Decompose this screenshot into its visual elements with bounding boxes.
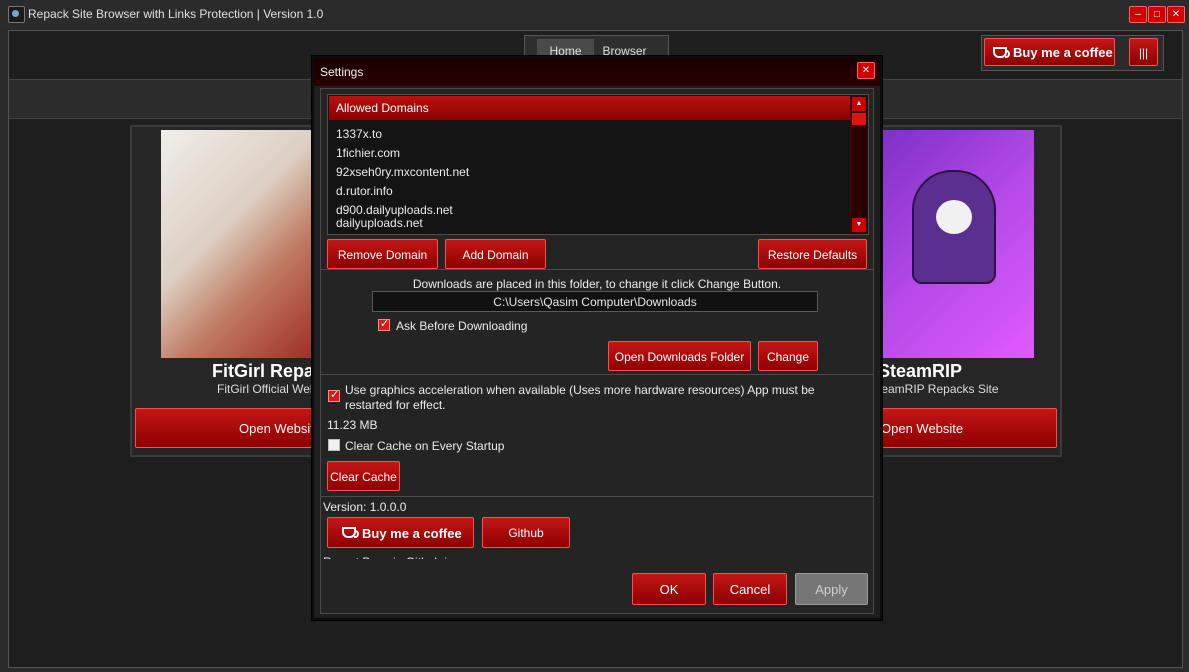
- scroll-up-icon[interactable]: ▲: [852, 97, 866, 111]
- domains-section: Allowed Domains 1337x.to 1fichier.com 92…: [321, 89, 873, 270]
- buy-coffee-top-button[interactable]: Buy me a coffee: [984, 38, 1115, 66]
- open-downloads-folder-button[interactable]: Open Downloads Folder: [608, 341, 751, 371]
- open-website-label: Open Website: [239, 421, 322, 436]
- graphics-accel-label: Use graphics acceleration when available…: [345, 383, 815, 412]
- coffee-icon: [993, 47, 1010, 58]
- app-icon: [8, 6, 25, 23]
- list-item[interactable]: 1337x.to: [336, 127, 382, 141]
- scroll-thumb[interactable]: [852, 113, 866, 125]
- card-subtitle: SteamRIP Repacks Site: [880, 382, 999, 396]
- allowed-domains-list[interactable]: Allowed Domains 1337x.to 1fichier.com 92…: [327, 94, 869, 235]
- skull-icon: [936, 200, 972, 234]
- dialog-title: Settings: [320, 65, 364, 79]
- coffee-icon: [342, 527, 359, 538]
- ok-button[interactable]: OK: [632, 573, 706, 605]
- title-bar: Repack Site Browser with Links Protectio…: [0, 0, 1189, 28]
- graphics-accel-checkbox[interactable]: [328, 388, 340, 402]
- list-item[interactable]: 92xseh0ry.mxcontent.net: [336, 165, 469, 179]
- cancel-button[interactable]: Cancel: [713, 573, 787, 605]
- allowed-domains-header[interactable]: Allowed Domains: [329, 96, 850, 120]
- scroll-down-icon[interactable]: ▼: [852, 218, 866, 232]
- dialog-close-button[interactable]: ✕: [857, 62, 875, 79]
- list-item[interactable]: 1fichier.com: [336, 146, 400, 160]
- dialog-title-bar: Settings ✕: [314, 58, 880, 86]
- domains-scrollbar[interactable]: ▲ ▼: [850, 96, 867, 233]
- buy-coffee-top-label: Buy me a coffee: [1013, 45, 1113, 60]
- maximize-button[interactable]: □: [1148, 6, 1166, 23]
- list-item[interactable]: d.rutor.info: [336, 184, 393, 198]
- minimize-button[interactable]: –: [1129, 6, 1147, 23]
- steamrip-image: [882, 130, 1034, 358]
- change-folder-button[interactable]: Change: [758, 341, 818, 371]
- close-button[interactable]: ✕: [1167, 6, 1185, 23]
- buy-coffee-dialog-label: Buy me a coffee: [362, 526, 462, 541]
- open-website-label: Open Website: [881, 421, 964, 436]
- downloads-hint: Downloads are placed in this folder, to …: [412, 277, 782, 291]
- dialog-footer: OK Cancel Apply: [321, 559, 873, 613]
- add-domain-button[interactable]: Add Domain: [445, 239, 546, 269]
- reaper-illustration: [912, 170, 996, 284]
- open-website-steamrip-button[interactable]: Open Website: [881, 408, 1057, 448]
- cache-size: 11.23 MB: [327, 418, 378, 432]
- ask-before-download-checkbox[interactable]: [378, 317, 390, 331]
- list-item[interactable]: dailyuploads.net: [336, 216, 423, 230]
- downloads-path-field[interactable]: C:\Users\Qasim Computer\Downloads: [372, 291, 818, 312]
- list-item[interactable]: d900.dailyuploads.net: [336, 203, 453, 217]
- ask-before-download-label: Ask Before Downloading: [396, 319, 528, 333]
- top-actions: Buy me a coffee |||: [981, 35, 1164, 71]
- github-button[interactable]: Github: [482, 517, 570, 548]
- dialog-body: Allowed Domains 1337x.to 1fichier.com 92…: [320, 88, 874, 614]
- restore-defaults-button[interactable]: Restore Defaults: [758, 239, 867, 269]
- card-steamrip: SteamRIP SteamRIP Repacks Site Open Webs…: [880, 125, 1062, 457]
- clear-cache-button[interactable]: Clear Cache: [327, 461, 400, 491]
- settings-dialog: Settings ✕ Allowed Domains 1337x.to 1fic…: [312, 56, 882, 620]
- clear-cache-startup-checkbox[interactable]: [328, 439, 340, 451]
- apply-button: Apply: [795, 573, 868, 605]
- menu-button[interactable]: |||: [1129, 38, 1158, 66]
- clear-cache-startup-label: Clear Cache on Every Startup: [345, 439, 505, 453]
- card-title: SteamRIP: [880, 361, 963, 381]
- app-title: Repack Site Browser with Links Protectio…: [28, 7, 324, 21]
- remove-domain-button[interactable]: Remove Domain: [327, 239, 438, 269]
- version-text: Version: 1.0.0.0: [323, 500, 407, 514]
- buy-coffee-dialog-button[interactable]: Buy me a coffee: [327, 517, 474, 548]
